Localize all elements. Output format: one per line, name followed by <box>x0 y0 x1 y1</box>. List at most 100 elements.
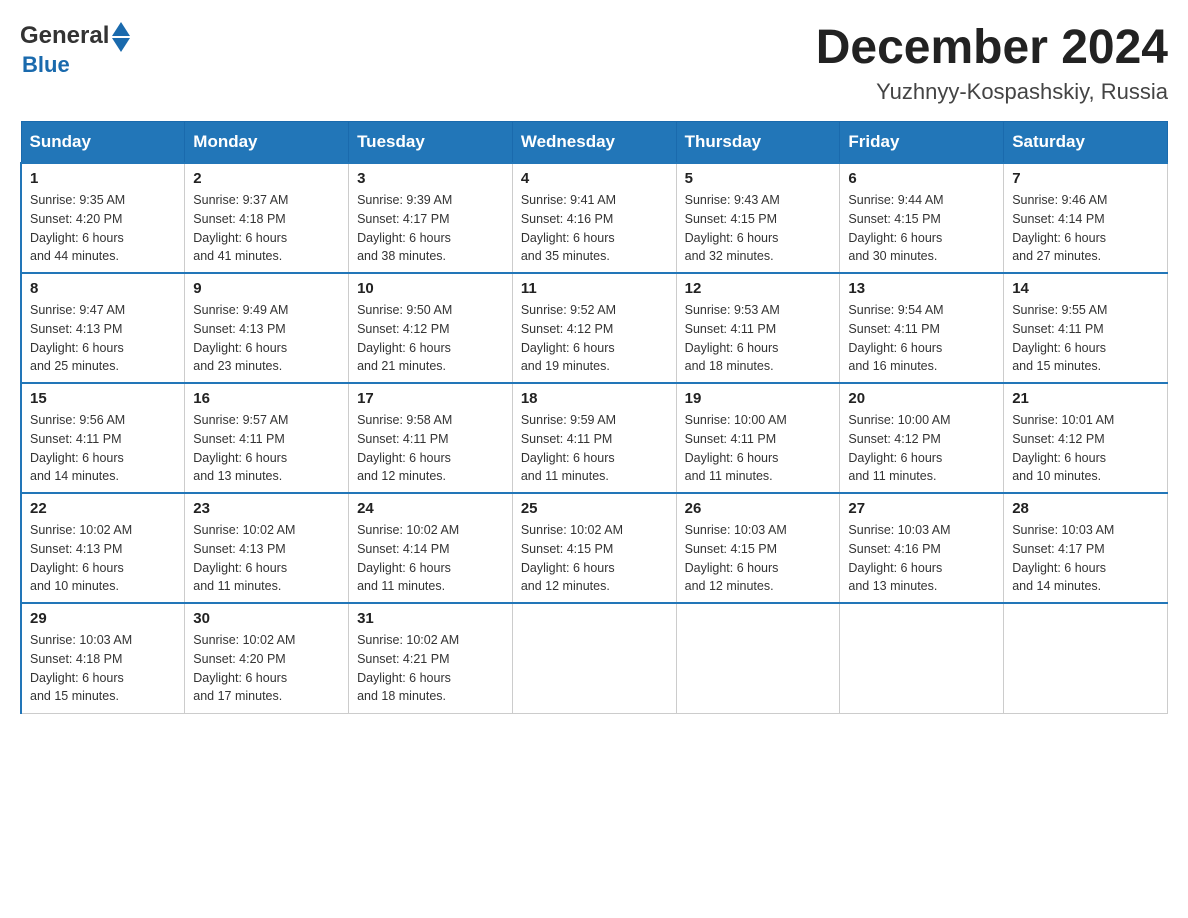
day-number: 22 <box>30 500 176 517</box>
day-info: Sunrise: 9:53 AMSunset: 4:11 PMDaylight:… <box>685 301 832 376</box>
page-header: General Blue December 2024 Yuzhnyy-Kospa… <box>20 20 1168 105</box>
calendar-cell: 4Sunrise: 9:41 AMSunset: 4:16 PMDaylight… <box>512 163 676 273</box>
day-info: Sunrise: 10:02 AMSunset: 4:21 PMDaylight… <box>357 631 504 706</box>
column-header-friday: Friday <box>840 122 1004 164</box>
day-number: 11 <box>521 280 668 297</box>
day-number: 21 <box>1012 390 1159 407</box>
calendar-week-1: 1Sunrise: 9:35 AMSunset: 4:20 PMDaylight… <box>21 163 1168 273</box>
calendar-cell: 17Sunrise: 9:58 AMSunset: 4:11 PMDayligh… <box>349 383 513 493</box>
day-number: 20 <box>848 390 995 407</box>
calendar-cell: 3Sunrise: 9:39 AMSunset: 4:17 PMDaylight… <box>349 163 513 273</box>
column-header-monday: Monday <box>185 122 349 164</box>
day-number: 12 <box>685 280 832 297</box>
day-number: 13 <box>848 280 995 297</box>
calendar-cell: 30Sunrise: 10:02 AMSunset: 4:20 PMDaylig… <box>185 603 349 713</box>
day-info: Sunrise: 9:59 AMSunset: 4:11 PMDaylight:… <box>521 411 668 486</box>
calendar-cell: 23 Sunrise: 10:02 AMSunset: 4:13 PMDaylig… <box>185 493 349 603</box>
day-info: Sunrise: 9:55 AMSunset: 4:11 PMDaylight:… <box>1012 301 1159 376</box>
calendar-cell <box>840 603 1004 713</box>
day-info: Sunrise: 10:02 AMSunset: 4:13 PMDaylight… <box>30 521 176 596</box>
calendar-cell: 21Sunrise: 10:01 AMSunset: 4:12 PMDaylig… <box>1004 383 1168 493</box>
day-info: Sunrise: 10:00 AMSunset: 4:11 PMDaylight… <box>685 411 832 486</box>
day-info: Sunrise: 10:03 AMSunset: 4:15 PMDaylight… <box>685 521 832 596</box>
day-info: Sunrise: 10:00 AMSunset: 4:12 PMDaylight… <box>848 411 995 486</box>
calendar-week-3: 15 Sunrise: 9:56 AMSunset: 4:11 PMDayligh… <box>21 383 1168 493</box>
day-info: Sunrise: 9:50 AMSunset: 4:12 PMDaylight:… <box>357 301 504 376</box>
calendar-cell: 1Sunrise: 9:35 AMSunset: 4:20 PMDaylight… <box>21 163 185 273</box>
day-info: Sunrise: 9:41 AMSunset: 4:16 PMDaylight:… <box>521 191 668 266</box>
day-number: 15 <box>30 390 176 407</box>
day-number: 29 <box>30 610 176 627</box>
day-info: Sunrise: 9:37 AMSunset: 4:18 PMDaylight:… <box>193 191 340 266</box>
day-number: 8 <box>30 280 176 297</box>
calendar-cell: 28Sunrise: 10:03 AMSunset: 4:17 PMDaylig… <box>1004 493 1168 603</box>
calendar-cell <box>676 603 840 713</box>
logo: General Blue <box>20 20 130 78</box>
calendar-cell <box>1004 603 1168 713</box>
calendar-table: SundayMondayTuesdayWednesdayThursdayFrid… <box>20 121 1168 714</box>
day-info: Sunrise: 9:56 AMSunset: 4:11 PMDaylight:… <box>30 411 176 486</box>
calendar-cell: 16 Sunrise: 9:57 AMSunset: 4:11 PMDayligh… <box>185 383 349 493</box>
day-number: 28 <box>1012 500 1159 517</box>
day-number: 24 <box>357 500 504 517</box>
column-header-thursday: Thursday <box>676 122 840 164</box>
day-info: Sunrise: 10:02 AMSunset: 4:20 PMDaylight… <box>193 631 340 706</box>
calendar-cell: 12 Sunrise: 9:53 AMSunset: 4:11 PMDayligh… <box>676 273 840 383</box>
day-number: 25 <box>521 500 668 517</box>
day-info: Sunrise: 9:46 AMSunset: 4:14 PMDaylight:… <box>1012 191 1159 266</box>
calendar-cell: 29 Sunrise: 10:03 AMSunset: 4:18 PMDaylig… <box>21 603 185 713</box>
calendar-cell: 27 Sunrise: 10:03 AMSunset: 4:16 PMDaylig… <box>840 493 1004 603</box>
calendar-cell: 2 Sunrise: 9:37 AMSunset: 4:18 PMDaylight… <box>185 163 349 273</box>
day-number: 16 <box>193 390 340 407</box>
day-number: 27 <box>848 500 995 517</box>
day-info: Sunrise: 10:02 AMSunset: 4:14 PMDaylight… <box>357 521 504 596</box>
day-number: 9 <box>193 280 340 297</box>
calendar-cell: 20 Sunrise: 10:00 AMSunset: 4:12 PMDaylig… <box>840 383 1004 493</box>
day-info: Sunrise: 10:03 AMSunset: 4:18 PMDaylight… <box>30 631 176 706</box>
day-number: 26 <box>685 500 832 517</box>
day-info: Sunrise: 10:03 AMSunset: 4:16 PMDaylight… <box>848 521 995 596</box>
day-info: Sunrise: 9:44 AMSunset: 4:15 PMDaylight:… <box>848 191 995 266</box>
calendar-cell: 7 Sunrise: 9:46 AMSunset: 4:14 PMDaylight… <box>1004 163 1168 273</box>
day-info: Sunrise: 9:43 AMSunset: 4:15 PMDaylight:… <box>685 191 832 266</box>
day-info: Sunrise: 10:02 AMSunset: 4:15 PMDaylight… <box>521 521 668 596</box>
day-number: 17 <box>357 390 504 407</box>
calendar-cell: 15 Sunrise: 9:56 AMSunset: 4:11 PMDayligh… <box>21 383 185 493</box>
calendar-cell: 24 Sunrise: 10:02 AMSunset: 4:14 PMDaylig… <box>349 493 513 603</box>
calendar-cell: 9 Sunrise: 9:49 AMSunset: 4:13 PMDaylight… <box>185 273 349 383</box>
day-number: 14 <box>1012 280 1159 297</box>
calendar-cell: 6 Sunrise: 9:44 AMSunset: 4:15 PMDaylight… <box>840 163 1004 273</box>
day-number: 6 <box>848 170 995 187</box>
day-number: 31 <box>357 610 504 627</box>
calendar-cell: 13 Sunrise: 9:54 AMSunset: 4:11 PMDayligh… <box>840 273 1004 383</box>
day-number: 2 <box>193 170 340 187</box>
calendar-cell: 26 Sunrise: 10:03 AMSunset: 4:15 PMDaylig… <box>676 493 840 603</box>
day-info: Sunrise: 9:57 AMSunset: 4:11 PMDaylight:… <box>193 411 340 486</box>
day-info: Sunrise: 9:54 AMSunset: 4:11 PMDaylight:… <box>848 301 995 376</box>
day-number: 23 <box>193 500 340 517</box>
column-header-sunday: Sunday <box>21 122 185 164</box>
logo-general-text: General <box>20 22 109 50</box>
day-number: 10 <box>357 280 504 297</box>
calendar-week-2: 8Sunrise: 9:47 AMSunset: 4:13 PMDaylight… <box>21 273 1168 383</box>
title-section: December 2024 Yuzhnyy-Kospashskiy, Russi… <box>816 20 1168 105</box>
day-info: Sunrise: 9:39 AMSunset: 4:17 PMDaylight:… <box>357 191 504 266</box>
day-number: 19 <box>685 390 832 407</box>
calendar-cell: 22 Sunrise: 10:02 AMSunset: 4:13 PMDaylig… <box>21 493 185 603</box>
calendar-week-4: 22 Sunrise: 10:02 AMSunset: 4:13 PMDaylig… <box>21 493 1168 603</box>
calendar-cell: 14 Sunrise: 9:55 AMSunset: 4:11 PMDayligh… <box>1004 273 1168 383</box>
column-header-wednesday: Wednesday <box>512 122 676 164</box>
calendar-cell: 18Sunrise: 9:59 AMSunset: 4:11 PMDayligh… <box>512 383 676 493</box>
calendar-cell <box>512 603 676 713</box>
day-number: 7 <box>1012 170 1159 187</box>
day-number: 5 <box>685 170 832 187</box>
calendar-cell: 25 Sunrise: 10:02 AMSunset: 4:15 PMDaylig… <box>512 493 676 603</box>
calendar-cell: 10 Sunrise: 9:50 AMSunset: 4:12 PMDayligh… <box>349 273 513 383</box>
day-info: Sunrise: 9:35 AMSunset: 4:20 PMDaylight:… <box>30 191 176 266</box>
logo-blue-text: Blue <box>22 52 130 78</box>
day-info: Sunrise: 9:49 AMSunset: 4:13 PMDaylight:… <box>193 301 340 376</box>
calendar-cell: 31 Sunrise: 10:02 AMSunset: 4:21 PMDaylig… <box>349 603 513 713</box>
day-info: Sunrise: 10:02 AMSunset: 4:13 PMDaylight… <box>193 521 340 596</box>
calendar-subtitle: Yuzhnyy-Kospashskiy, Russia <box>816 79 1168 105</box>
calendar-cell: 8Sunrise: 9:47 AMSunset: 4:13 PMDaylight… <box>21 273 185 383</box>
